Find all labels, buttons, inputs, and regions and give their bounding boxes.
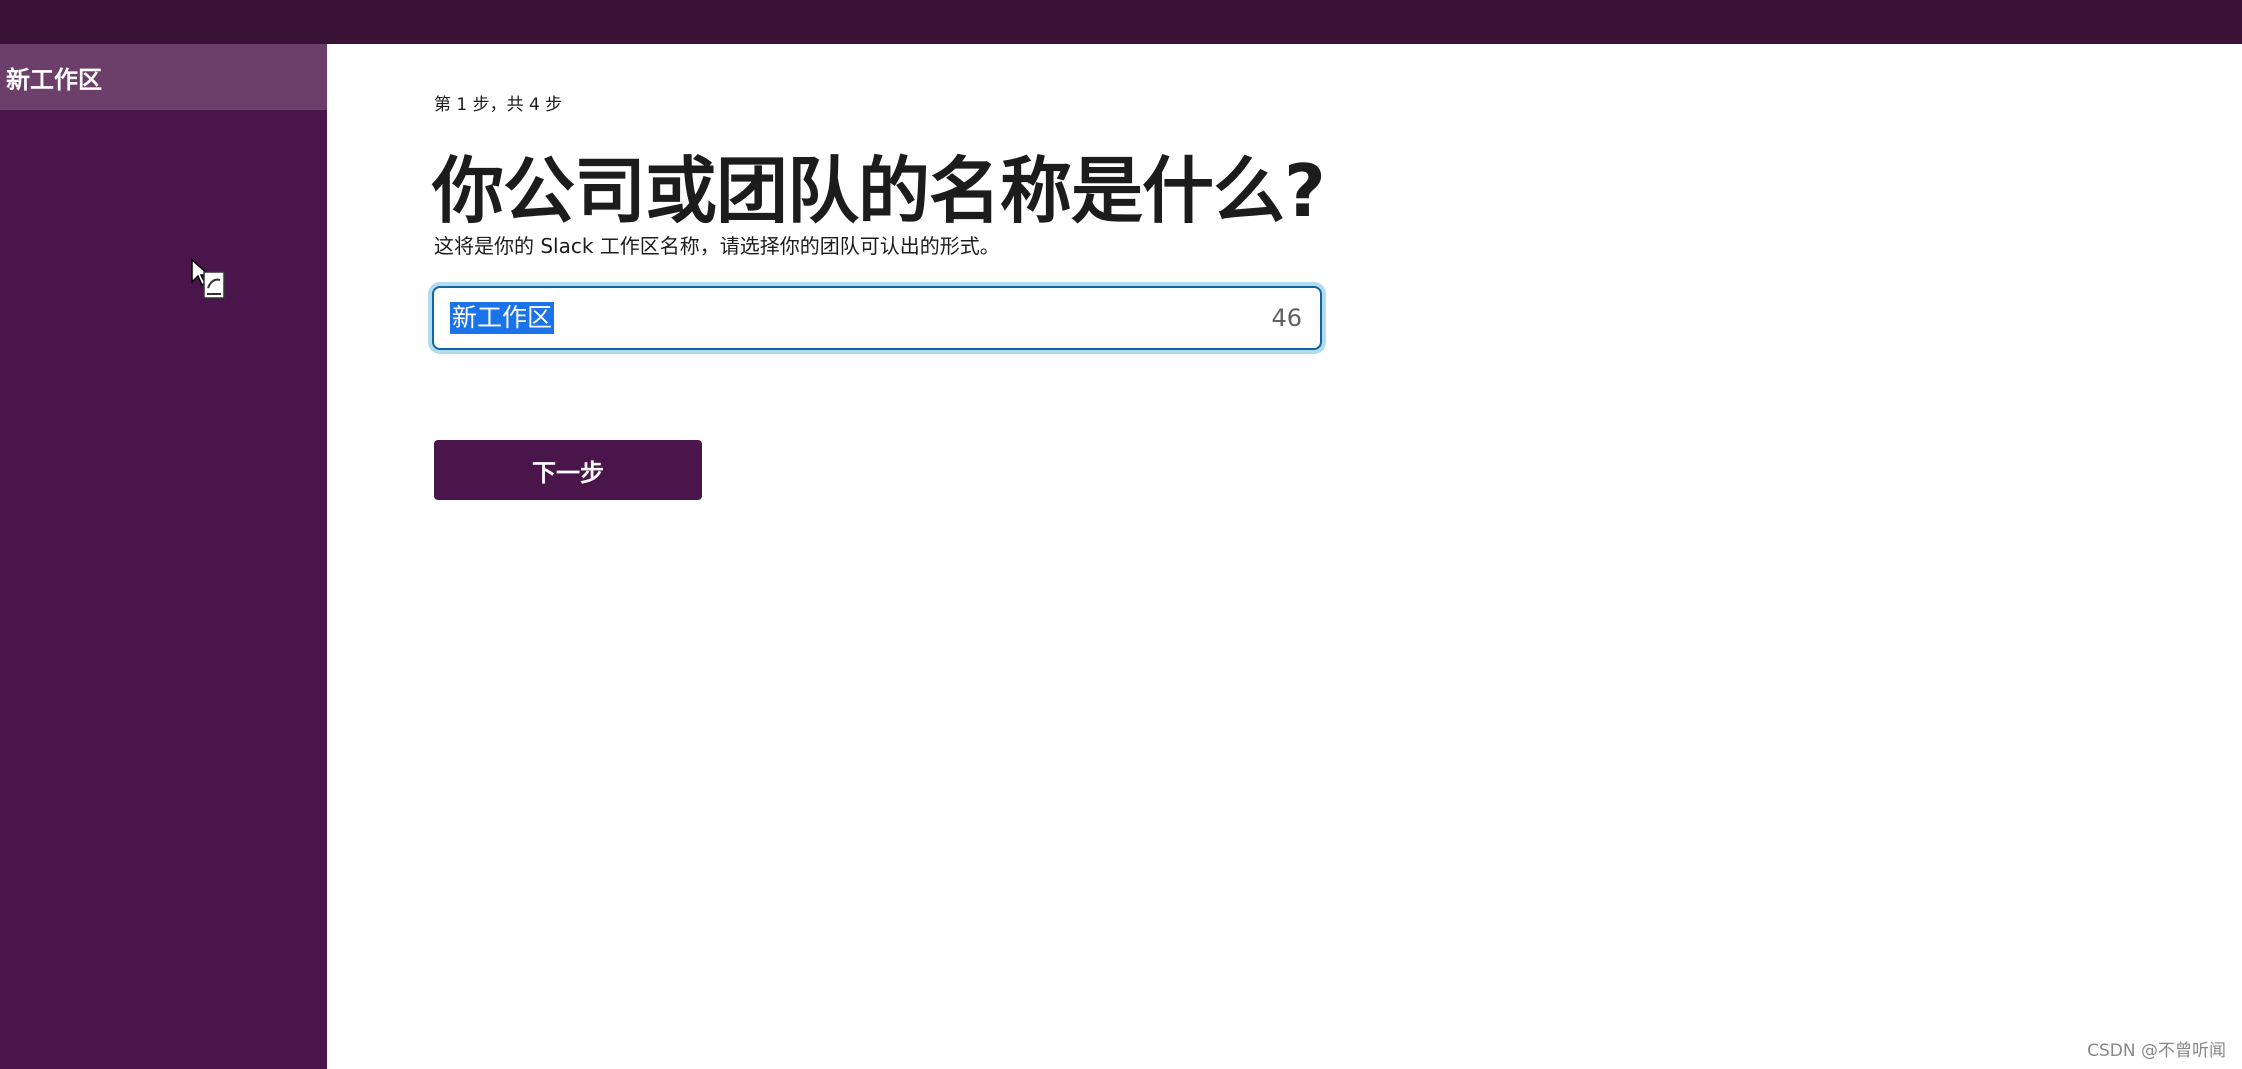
main-content: 第 1 步，共 4 步 你公司或团队的名称是什么? 这将是你的 Slack 工作… — [327, 44, 2242, 1069]
sidebar: 新工作区 — [0, 44, 327, 1069]
top-bar — [0, 0, 2242, 44]
remaining-character-count: 46 — [1271, 304, 1302, 332]
mouse-pointer-icon — [191, 258, 225, 299]
workspace-name-input-value[interactable]: 新工作区 — [450, 302, 555, 334]
page-subtitle: 这将是你的 Slack 工作区名称，请选择你的团队可认出的形式。 — [434, 234, 1000, 258]
watermark: CSDN @不曾听闻 — [2087, 1041, 2226, 1061]
workspace-name-input[interactable]: 新工作区 46 — [432, 286, 1322, 350]
next-button[interactable]: 下一步 — [434, 440, 702, 500]
sidebar-workspace-item[interactable]: 新工作区 — [0, 44, 327, 110]
workspace-name: 新工作区 — [6, 65, 102, 94]
page-title: 你公司或团队的名称是什么? — [432, 149, 1326, 233]
step-indicator: 第 1 步，共 4 步 — [434, 95, 563, 115]
